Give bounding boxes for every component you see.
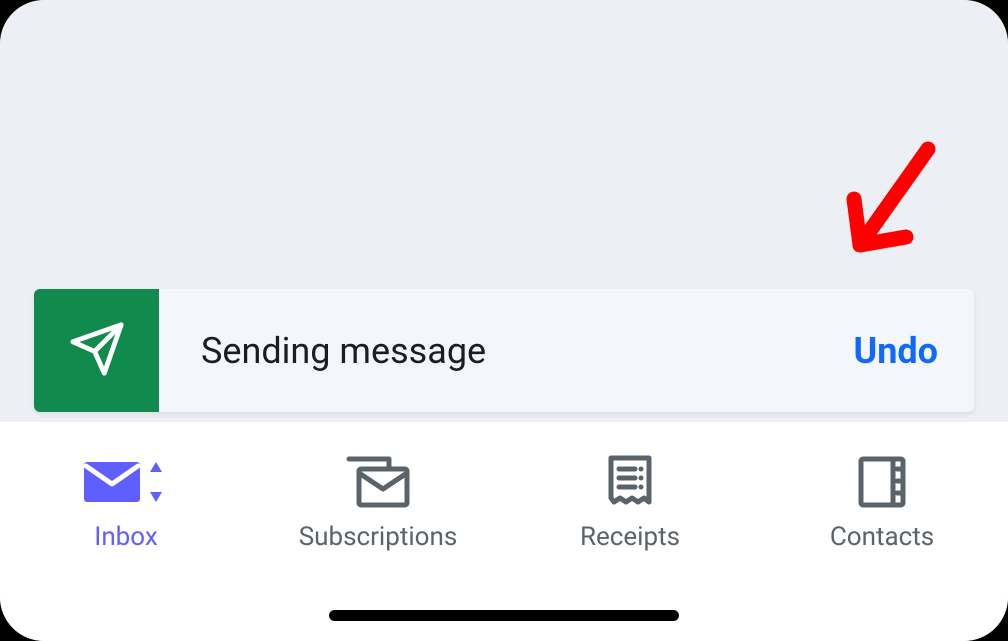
receipts-icon bbox=[605, 456, 655, 508]
sending-toast: Sending message Undo bbox=[34, 289, 974, 412]
inbox-icon bbox=[82, 456, 170, 508]
nav-item-inbox[interactable]: Inbox bbox=[26, 456, 226, 552]
nav-label-contacts: Contacts bbox=[830, 522, 934, 552]
nav-item-receipts[interactable]: Receipts bbox=[530, 456, 730, 552]
home-indicator[interactable] bbox=[329, 610, 679, 621]
toast-message: Sending message bbox=[159, 289, 854, 412]
send-icon-box bbox=[34, 289, 159, 412]
nav-item-contacts[interactable]: Contacts bbox=[782, 456, 982, 552]
contacts-icon bbox=[857, 456, 907, 508]
undo-button[interactable]: Undo bbox=[854, 289, 975, 412]
subscriptions-icon bbox=[345, 456, 411, 508]
nav-label-inbox: Inbox bbox=[94, 522, 158, 552]
nav-label-subscriptions: Subscriptions bbox=[299, 522, 458, 552]
send-icon bbox=[68, 320, 126, 382]
nav-label-receipts: Receipts bbox=[580, 522, 680, 552]
app-screen: Sending message Undo bbox=[0, 0, 1008, 641]
bottom-nav: Inbox Subscriptions bbox=[0, 422, 1008, 641]
nav-item-subscriptions[interactable]: Subscriptions bbox=[278, 456, 478, 552]
